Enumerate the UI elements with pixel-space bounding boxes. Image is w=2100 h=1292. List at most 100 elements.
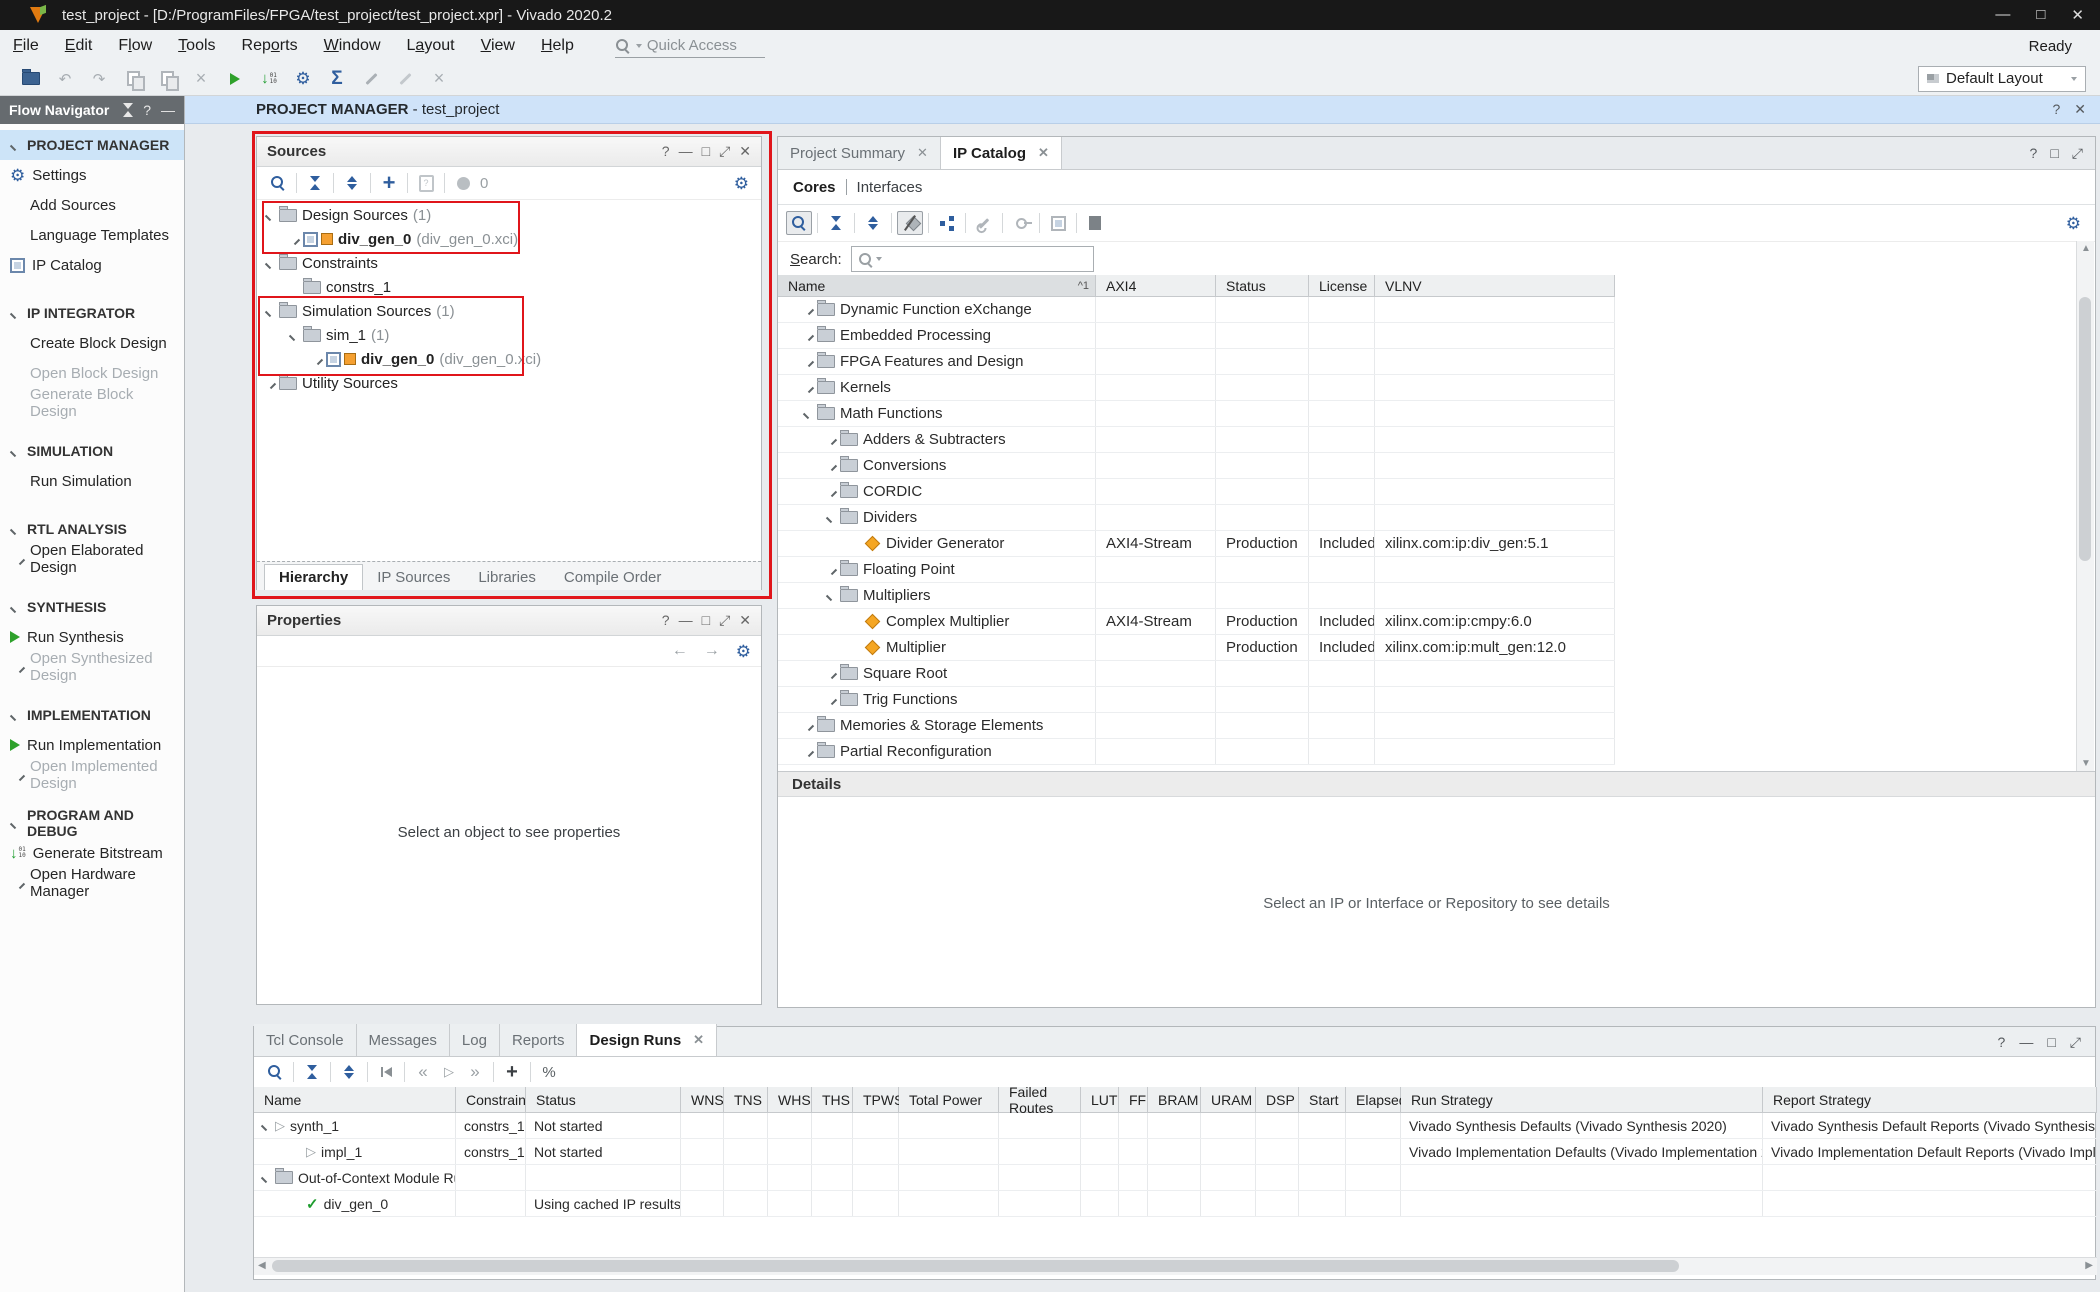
help-icon[interactable]: ?: [143, 102, 151, 118]
table-row[interactable]: Dividers: [778, 505, 1615, 531]
subtab-interfaces[interactable]: Interfaces: [857, 179, 923, 196]
gear-icon[interactable]: ⚙: [2066, 215, 2081, 232]
vertical-scrollbar[interactable]: ▲ ▼: [2076, 241, 2094, 771]
column-header-report-strategy[interactable]: Report Strategy: [1763, 1087, 2097, 1113]
sidebar-section-simulation[interactable]: SIMULATION: [0, 436, 184, 466]
properties-header[interactable]: Properties ? ― □ ⤢ ✕: [257, 606, 761, 636]
column-header-elapsed[interactable]: Elapsed: [1346, 1087, 1401, 1113]
sidebar-item-ip-catalog[interactable]: IP Catalog: [0, 250, 184, 280]
minimize-icon[interactable]: ―: [679, 143, 693, 160]
table-row[interactable]: Divider GeneratorAXI4-StreamProductionIn…: [778, 531, 1615, 557]
menu-file[interactable]: File: [0, 37, 52, 55]
chevron-down-icon[interactable]: [261, 1120, 272, 1131]
tab-ip-catalog[interactable]: IP Catalog✕: [941, 137, 1062, 169]
chevron-right-icon[interactable]: [826, 434, 837, 445]
expand-all-button[interactable]: [336, 1060, 362, 1084]
chevron-right-icon[interactable]: [826, 460, 837, 471]
chevron-down-icon[interactable]: [289, 329, 300, 340]
sidebar-item-open-elaborated-design[interactable]: Open Elaborated Design: [0, 544, 184, 574]
column-header-status[interactable]: Status: [526, 1087, 681, 1113]
chevron-right-icon[interactable]: [803, 720, 814, 731]
tab-ip-sources[interactable]: IP Sources: [363, 565, 464, 590]
group-by-category-button[interactable]: [934, 211, 960, 235]
sidebar-item-create-block-design[interactable]: Create Block Design: [0, 328, 184, 358]
unhighlight-button[interactable]: ×: [426, 67, 452, 91]
quick-access-search[interactable]: Quick Access: [615, 35, 765, 58]
table-row[interactable]: Square Root: [778, 661, 1615, 687]
collapse-all-icon[interactable]: [123, 103, 133, 117]
maximize-icon[interactable]: □: [702, 612, 710, 629]
menu-reports[interactable]: Reports: [229, 37, 311, 55]
close-tab-icon[interactable]: ✕: [693, 1032, 704, 1048]
tree-row[interactable]: Simulation Sources (1): [257, 299, 761, 323]
settings-button[interactable]: ⚙: [290, 67, 316, 91]
sidebar-item-settings[interactable]: ⚙Settings: [0, 160, 184, 190]
expand-all-button[interactable]: [339, 171, 365, 195]
tab-hierarchy[interactable]: Hierarchy: [264, 564, 363, 590]
sidebar-item-generate-bitstream[interactable]: ↓0110Generate Bitstream: [0, 838, 184, 868]
table-row[interactable]: Kernels: [778, 375, 1615, 401]
sidebar-section-rtl-analysis[interactable]: RTL ANALYSIS: [0, 514, 184, 544]
menu-help[interactable]: Help: [528, 37, 587, 55]
chevron-down-icon[interactable]: [265, 257, 276, 268]
tree-row[interactable]: Design Sources (1): [257, 203, 761, 227]
sidebar-item-generate-block-design[interactable]: Generate Block Design: [0, 388, 184, 418]
scroll-down-icon[interactable]: ▼: [2081, 758, 2091, 769]
chevron-right-icon[interactable]: [289, 233, 300, 244]
column-header-tns[interactable]: TNS: [724, 1087, 768, 1113]
menu-flow[interactable]: Flow: [105, 37, 165, 55]
column-header-constraints[interactable]: Constraints: [456, 1087, 526, 1113]
scroll-right-icon[interactable]: ▶: [2085, 1260, 2093, 1271]
column-header-bram[interactable]: BRAM: [1148, 1087, 1201, 1113]
generate-bitstream-button[interactable]: ↓0110: [256, 67, 282, 91]
column-header-ths[interactable]: THS: [812, 1087, 853, 1113]
sidebar-item-language-templates[interactable]: Language Templates: [0, 220, 184, 250]
back-button[interactable]: ←: [672, 642, 688, 660]
table-row[interactable]: MultiplierProductionIncludedxilinx.com:i…: [778, 635, 1615, 661]
scroll-up-icon[interactable]: ▲: [2081, 243, 2091, 254]
chevron-right-icon[interactable]: [803, 330, 814, 341]
menu-layout[interactable]: Layout: [394, 37, 468, 55]
sidebar-item-open-block-design[interactable]: Open Block Design: [0, 358, 184, 388]
license-button[interactable]: [1008, 211, 1034, 235]
column-header-name[interactable]: Name^1: [778, 275, 1096, 297]
collapse-all-button[interactable]: [299, 1060, 325, 1084]
tab-design-runs[interactable]: Design Runs✕: [577, 1024, 717, 1056]
chevron-right-icon[interactable]: [826, 564, 837, 575]
chevron-right-icon[interactable]: [14, 877, 25, 888]
minimize-icon[interactable]: ―: [2019, 1034, 2033, 1051]
tab-compile-order[interactable]: Compile Order: [550, 565, 676, 590]
sidebar-item-run-synthesis[interactable]: Run Synthesis: [0, 622, 184, 652]
search-button[interactable]: [265, 171, 291, 195]
chevron-down-icon[interactable]: [826, 590, 837, 601]
paste-button[interactable]: [154, 67, 180, 91]
create-run-button[interactable]: +: [499, 1060, 525, 1084]
run-button[interactable]: [222, 67, 248, 91]
layout-selector[interactable]: Default Layout: [1918, 66, 2086, 92]
expand-all-button[interactable]: [860, 211, 886, 235]
undo-button[interactable]: ↶: [52, 67, 78, 91]
float-icon[interactable]: ⤢: [719, 143, 730, 160]
column-header-run-strategy[interactable]: Run Strategy: [1401, 1087, 1763, 1113]
table-row[interactable]: Partial Reconfiguration: [778, 739, 1615, 765]
sidebar-item-run-simulation[interactable]: Run Simulation: [0, 466, 184, 496]
chevron-right-icon[interactable]: [14, 769, 25, 780]
column-header-dsp[interactable]: DSP: [1256, 1087, 1299, 1113]
chevron-right-icon[interactable]: [826, 486, 837, 497]
rewind-button[interactable]: «: [410, 1060, 436, 1084]
tree-row[interactable]: Utility Sources: [257, 371, 761, 395]
table-row[interactable]: Embedded Processing: [778, 323, 1615, 349]
sidebar-item-open-hardware-manager[interactable]: Open Hardware Manager: [0, 868, 184, 898]
add-sources-button[interactable]: +: [376, 171, 402, 195]
table-row[interactable]: FPGA Features and Design: [778, 349, 1615, 375]
column-header-lut[interactable]: LUT: [1081, 1087, 1119, 1113]
open-project-button[interactable]: [18, 67, 44, 91]
minimize-button[interactable]: ―: [1995, 6, 2010, 24]
collapse-all-button[interactable]: [302, 171, 328, 195]
help-icon[interactable]: ?: [662, 143, 670, 160]
report-summary-button[interactable]: Σ: [324, 67, 350, 91]
maximize-icon[interactable]: □: [702, 143, 710, 160]
help-icon[interactable]: ?: [662, 612, 670, 629]
close-tab-icon[interactable]: ✕: [917, 145, 928, 161]
sidebar-section-implementation[interactable]: IMPLEMENTATION: [0, 700, 184, 730]
